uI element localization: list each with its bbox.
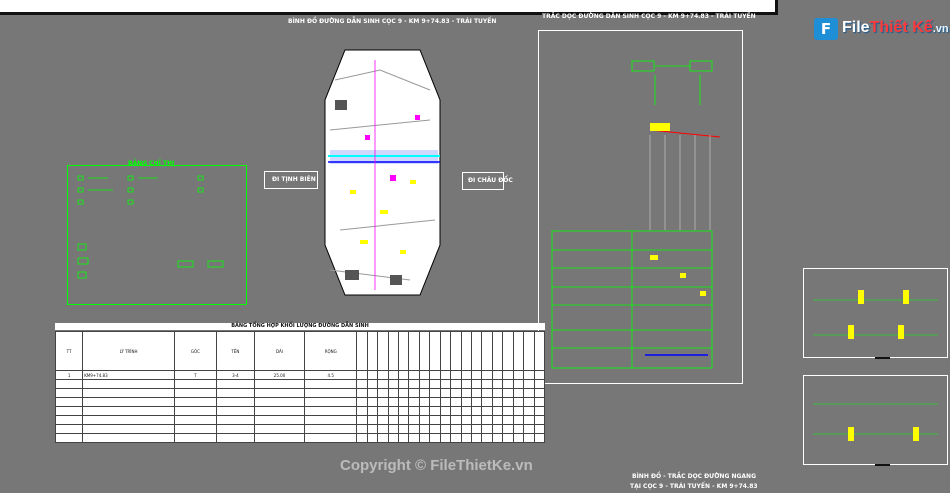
quantity-table: TT LÝ TRÌNH GÓC TÊN DÀI RỘNG 1 KM9+74.83 T 3-4 25… <box>54 331 545 443</box>
table-row <box>54 433 545 443</box>
logo-text: FileThiết Kế.vn <box>842 19 949 36</box>
table-row <box>54 379 545 389</box>
right-arrow-label: ĐI CHÂU ĐỐC <box>468 177 513 184</box>
logo-icon: F <box>814 18 838 40</box>
table-header-row: TT LÝ TRÌNH GÓC TÊN DÀI RỘNG <box>54 331 545 371</box>
caption-line-1: BÌNH ĐỒ - TRẮC DỌC ĐƯỜNG NGANG <box>632 473 757 480</box>
watermark: Copyright © FileThietKe.vn <box>340 457 533 474</box>
table-title: BẢNG TỔNG HỢP KHỐI LƯỢNG ĐƯỜNG DẪN SINH <box>55 323 545 330</box>
site-logo[interactable]: F FileThiết Kế.vn <box>810 14 950 44</box>
plan-title: BÌNH ĐỒ ĐƯỜNG DẪN SINH CỌC 9 - KM 9+74.8… <box>288 18 497 25</box>
profile-title: TRẮC DỌC ĐƯỜNG DẪN SINH CỌC 9 - KM 9+74.… <box>542 13 756 20</box>
caption-line-2: TẠI CỌC 9 - TRÁI TUYẾN - KM 9+74.83 <box>630 483 758 490</box>
table-row <box>54 388 545 398</box>
thumbnail-2-drawing <box>813 403 938 441</box>
table-row <box>54 424 545 434</box>
legend-box: BẢNG CHỈ THỊ <box>67 160 247 305</box>
thumbnail-1-caption-bar <box>875 357 890 359</box>
table-row: 1 KM9+74.83 T 3-4 25.00 4.5 <box>54 370 545 380</box>
table-row <box>54 406 545 416</box>
thumbnail-2-caption-bar <box>875 464 890 466</box>
table-row <box>54 415 545 425</box>
table-row <box>54 397 545 407</box>
left-arrow-label: ĐI TỊNH BIÊN <box>272 176 316 183</box>
profile-drawing <box>551 60 721 369</box>
thumbnail-1-drawing <box>813 290 938 339</box>
plan-drawing <box>324 49 441 296</box>
